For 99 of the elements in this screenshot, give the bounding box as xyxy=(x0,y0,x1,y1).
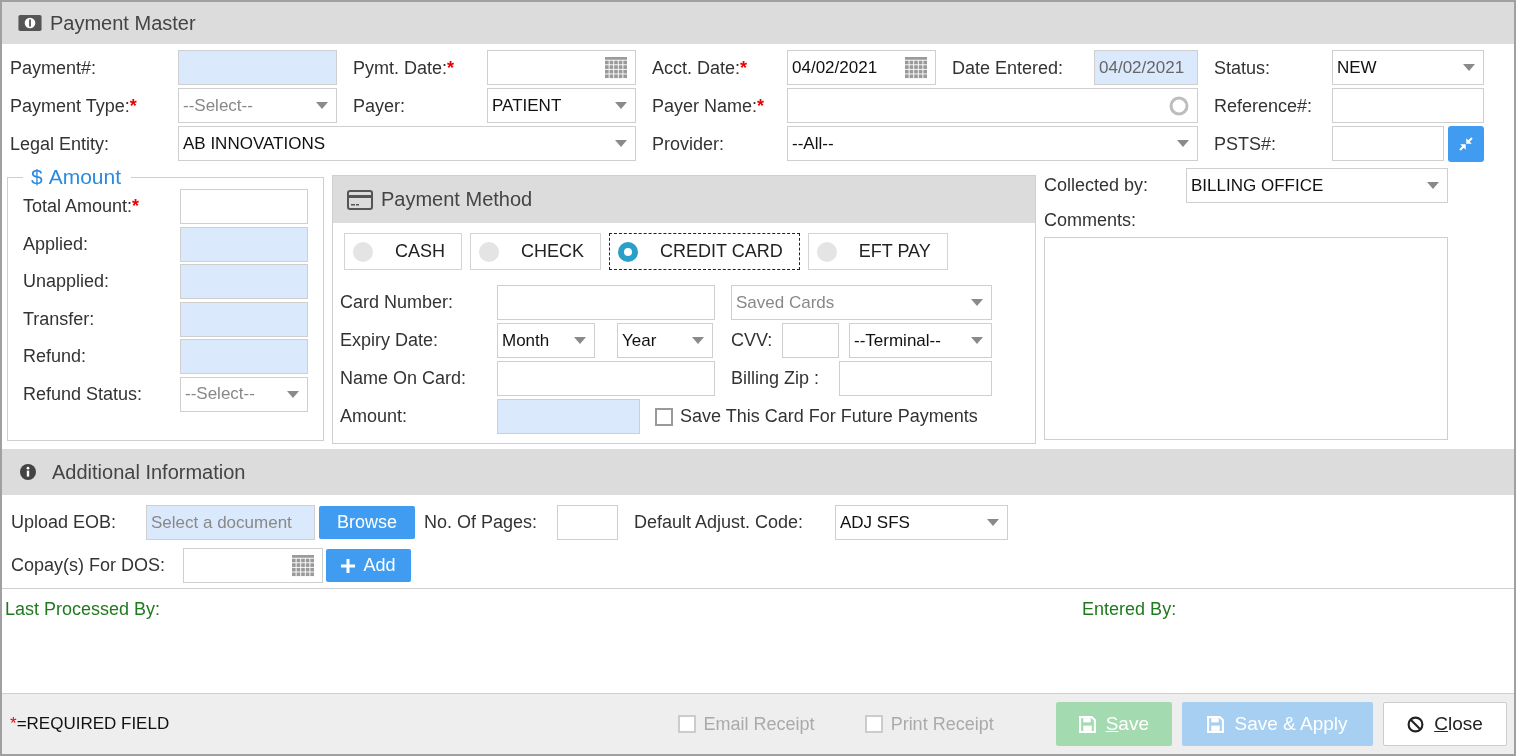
field-label: Copay(s) For DOS: xyxy=(11,555,167,576)
field-label: Total Amount:* xyxy=(23,196,141,217)
close-button[interactable]: Close xyxy=(1383,702,1507,746)
field-label: Collected by: xyxy=(1044,175,1150,196)
audit-label: Last Processed By: xyxy=(5,599,161,621)
field-label: CVV: xyxy=(731,330,774,351)
info-icon xyxy=(20,464,36,480)
search-field[interactable] xyxy=(787,88,1198,123)
save-card-checkbox[interactable]: Save This Card For Future Payments xyxy=(655,406,978,427)
field-label: Pymt. Date:* xyxy=(352,56,456,80)
arrows-inward-icon xyxy=(1458,136,1474,152)
dropdown[interactable]: NEW xyxy=(1332,50,1484,85)
prohibited-icon xyxy=(1407,715,1425,733)
field-label: PSTS#: xyxy=(1213,132,1278,156)
field-label: Applied: xyxy=(23,233,90,255)
payment-option[interactable]: CASH xyxy=(344,233,462,270)
caret-icon xyxy=(987,519,999,526)
dropdown[interactable]: BILLING OFFICE xyxy=(1186,168,1448,203)
payment-option[interactable]: CHECK xyxy=(470,233,602,270)
field-label: Amount: xyxy=(340,406,409,427)
field-label: Upload EOB: xyxy=(11,512,118,533)
field-label: Refund: xyxy=(23,346,88,368)
dropdown[interactable]: AB INNOVATIONS xyxy=(178,126,636,161)
calendar-icon[interactable] xyxy=(605,56,627,79)
audit-label: Entered By: xyxy=(1082,599,1177,621)
field-label: Provider: xyxy=(651,132,726,156)
field-label: Expiry Date: xyxy=(340,330,440,351)
panel-title: Payment Method xyxy=(381,188,533,211)
input-field[interactable] xyxy=(180,264,308,300)
field-label: Legal Entity: xyxy=(9,132,111,156)
input-field[interactable] xyxy=(497,285,715,320)
field-label: Payment Type:* xyxy=(9,94,138,118)
comments-field[interactable] xyxy=(1044,237,1448,440)
dropdown[interactable]: ADJ SFS xyxy=(835,505,1008,540)
field-label: Status: xyxy=(1213,56,1272,80)
input-field[interactable] xyxy=(557,505,618,540)
field-label: Default Adjust. Code: xyxy=(634,512,805,533)
dropdown[interactable]: --Select-- xyxy=(178,88,337,123)
caret-icon xyxy=(1427,182,1439,189)
input-field[interactable]: 04/02/2021 xyxy=(1094,50,1198,85)
input-field[interactable] xyxy=(180,189,308,224)
field-label: Acct. Date:* xyxy=(651,56,749,80)
input-field[interactable] xyxy=(497,361,715,396)
input-field[interactable] xyxy=(180,339,308,375)
group-title: Amount xyxy=(48,165,122,189)
input-field[interactable] xyxy=(497,399,640,434)
payment-option[interactable]: EFT PAY xyxy=(807,233,948,270)
date-field[interactable] xyxy=(183,548,323,583)
dropdown[interactable]: Saved Cards xyxy=(731,285,992,320)
caret-icon xyxy=(574,337,586,344)
calendar-icon[interactable] xyxy=(292,554,314,577)
caret-icon xyxy=(971,337,983,344)
field-label: Payment#: xyxy=(9,56,98,80)
dropdown[interactable]: --All-- xyxy=(787,126,1198,161)
field-label: Unapplied: xyxy=(23,271,111,293)
banknote-icon xyxy=(18,15,42,31)
input-field[interactable] xyxy=(178,50,337,85)
caret-icon xyxy=(1463,64,1475,71)
caret-icon xyxy=(971,299,983,306)
caret-icon xyxy=(615,102,627,109)
credit-card-icon xyxy=(347,189,373,210)
input-field[interactable] xyxy=(1332,126,1444,161)
input-field[interactable] xyxy=(782,323,839,358)
required-note: *=REQUIRED FIELD xyxy=(10,714,170,734)
field-label: Transfer: xyxy=(23,308,96,330)
input-field[interactable] xyxy=(180,226,308,262)
plus-icon xyxy=(341,558,356,573)
dropdown[interactable]: --Terminal-- xyxy=(849,323,992,358)
field-label: Date Entered: xyxy=(951,56,1065,80)
collapse-button[interactable] xyxy=(1448,126,1484,162)
dropdown[interactable]: Month xyxy=(497,323,595,358)
field-label: Payer: xyxy=(352,94,407,118)
date-field[interactable] xyxy=(487,50,636,85)
field-label: Reference#: xyxy=(1213,94,1314,118)
input-field[interactable] xyxy=(1332,88,1484,123)
payment-option[interactable]: CREDIT CARD xyxy=(609,233,800,270)
field-label: Refund Status: xyxy=(23,383,144,405)
field-label: Name On Card: xyxy=(340,368,468,389)
section-title: Additional Information xyxy=(52,460,246,484)
input-field[interactable] xyxy=(839,361,992,396)
caret-icon xyxy=(1177,140,1189,147)
field-label: No. Of Pages: xyxy=(424,512,539,533)
calendar-icon[interactable] xyxy=(905,56,927,79)
date-field[interactable]: 04/02/2021 xyxy=(787,50,936,85)
caret-icon xyxy=(287,390,299,398)
caret-icon xyxy=(615,140,627,147)
field-label: Comments: xyxy=(1044,210,1138,231)
field-label: Billing Zip : xyxy=(731,368,821,389)
window-title: Payment Master xyxy=(50,11,196,35)
dropdown[interactable]: Year xyxy=(617,323,713,358)
dollar-icon: $ xyxy=(31,165,43,189)
field-label: Payer Name:* xyxy=(651,94,766,118)
dropdown[interactable]: --Select-- xyxy=(180,376,308,412)
dropdown[interactable]: PATIENT xyxy=(487,88,636,123)
field-label: Card Number: xyxy=(340,292,455,313)
circle-icon xyxy=(1169,95,1189,116)
caret-icon xyxy=(316,102,328,109)
caret-icon xyxy=(692,337,704,344)
input-field[interactable] xyxy=(180,301,308,337)
